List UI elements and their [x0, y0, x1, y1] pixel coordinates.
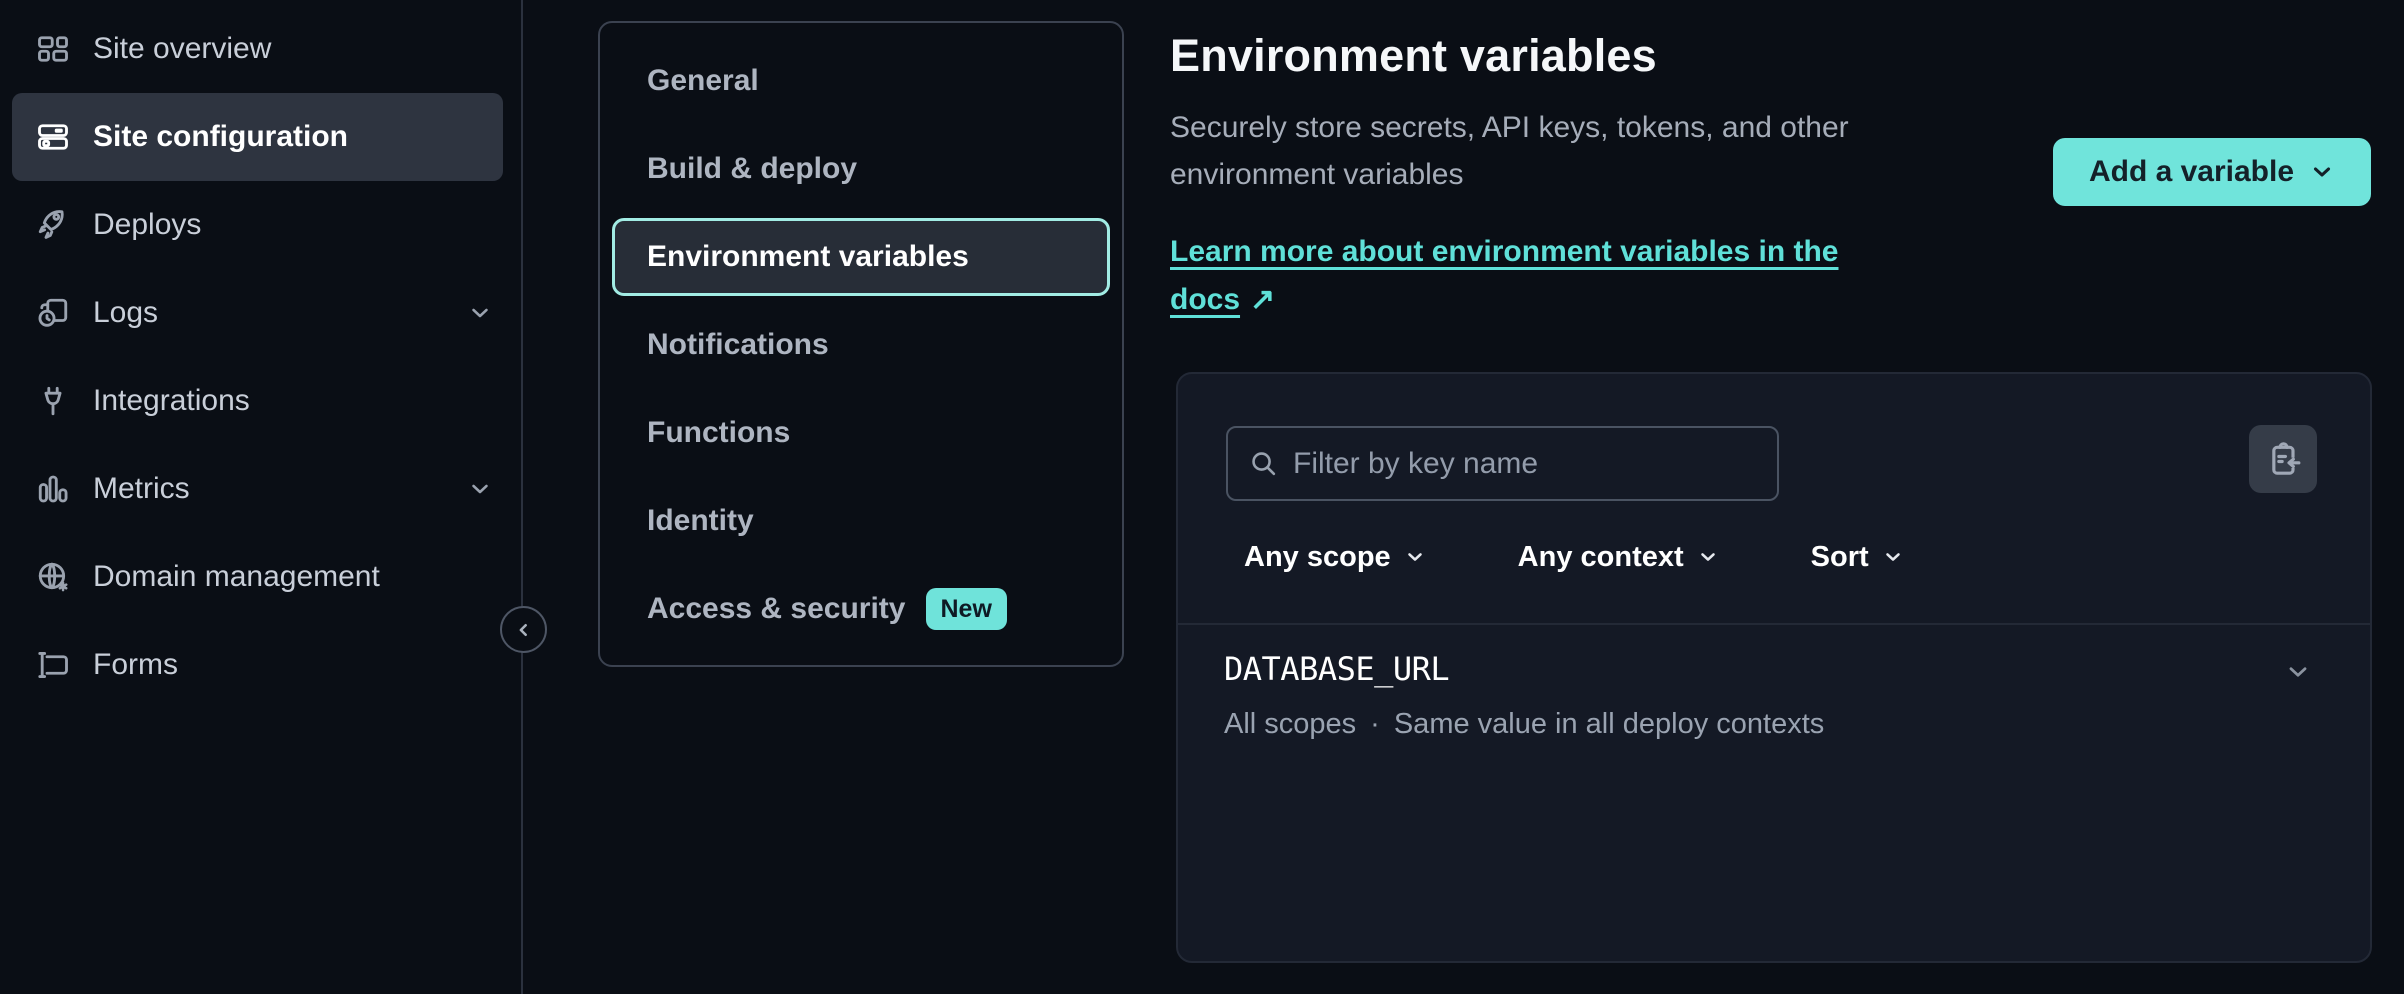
filter-input[interactable]	[1293, 447, 1759, 481]
page-description: Securely store secrets, API keys, tokens…	[1170, 104, 1950, 198]
sidebar-collapse-button[interactable]	[500, 606, 547, 653]
settings-nav-item-label: Build & deploy	[647, 152, 857, 186]
settings-nav-item-access-security[interactable]: Access & security New	[600, 565, 1122, 653]
new-badge: New	[926, 588, 1007, 630]
add-variable-label: Add a variable	[2089, 155, 2294, 189]
settings-nav-item-label: Identity	[647, 504, 754, 538]
grid-icon	[34, 30, 72, 68]
sidebar-item-label: Integrations	[93, 384, 250, 418]
settings-nav-item-general[interactable]: General	[600, 37, 1122, 125]
chevron-left-icon	[513, 619, 535, 641]
import-env-button[interactable]	[2249, 425, 2317, 493]
sidebar-item-label: Site configuration	[93, 120, 348, 154]
settings-nav-item-label: Functions	[647, 416, 790, 450]
sidebar-item-label: Domain management	[93, 560, 380, 594]
external-arrow-icon: ↗	[1250, 283, 1275, 316]
search-box	[1226, 426, 1779, 501]
chevron-down-icon	[1697, 546, 1719, 568]
separator-dot: ·	[1370, 708, 1380, 740]
sidebar-item-site-configuration[interactable]: Site configuration	[12, 93, 503, 181]
chevron-down-icon[interactable]	[467, 300, 493, 326]
sidebar-item-forms[interactable]: Forms	[0, 621, 523, 709]
filters-row: Any scope Any context Sort	[1244, 526, 1904, 588]
globe-icon	[34, 558, 72, 596]
main-header: Environment variables Securely store sec…	[1170, 30, 1970, 324]
env-var-key: DATABASE_URL	[1224, 650, 1824, 688]
chevron-down-icon	[1404, 546, 1426, 568]
filter-label: Sort	[1811, 541, 1869, 574]
logs-icon	[34, 294, 72, 332]
app-root: Site overview Site configuration	[0, 0, 2404, 994]
server-icon	[34, 118, 72, 156]
docs-link[interactable]: Learn more about environment variables i…	[1170, 228, 1950, 324]
sidebar-item-site-overview[interactable]: Site overview	[0, 5, 523, 93]
sidebar-item-domain-management[interactable]: Domain management	[0, 533, 523, 621]
env-var-row[interactable]: DATABASE_URL All scopes · Same value in al…	[1178, 625, 2370, 763]
sidebar-item-label: Site overview	[93, 32, 271, 66]
env-var-meta: All scopes · Same value in all deploy cont…	[1224, 708, 1824, 741]
settings-nav-item-environment-variables[interactable]: Environment variables	[612, 218, 1110, 296]
settings-nav-item-label: Notifications	[647, 328, 829, 362]
settings-nav-item-identity[interactable]: Identity	[600, 477, 1122, 565]
sidebar-item-label: Metrics	[93, 472, 190, 506]
env-var-scopes: All scopes	[1224, 708, 1356, 740]
sidebar-item-label: Deploys	[93, 208, 201, 242]
context-filter-dropdown[interactable]: Any context	[1518, 541, 1719, 574]
rocket-icon	[34, 206, 72, 244]
settings-nav-item-build-deploy[interactable]: Build & deploy	[600, 125, 1122, 213]
scope-filter-dropdown[interactable]: Any scope	[1244, 541, 1426, 574]
page-title: Environment variables	[1170, 30, 1970, 82]
plug-icon	[34, 382, 72, 420]
settings-nav-item-notifications[interactable]: Notifications	[600, 301, 1122, 389]
sidebar-item-metrics[interactable]: Metrics	[0, 445, 523, 533]
env-vars-panel: Any scope Any context Sort DAT	[1176, 372, 2372, 963]
sidebar-item-integrations[interactable]: Integrations	[0, 357, 523, 445]
sidebar-divider	[521, 0, 523, 994]
settings-nav-item-functions[interactable]: Functions	[600, 389, 1122, 477]
add-variable-button[interactable]: Add a variable	[2053, 138, 2371, 206]
sidebar: Site overview Site configuration	[0, 0, 523, 994]
chevron-down-icon[interactable]	[467, 476, 493, 502]
env-var-contexts: Same value in all deploy contexts	[1394, 708, 1824, 740]
sidebar-item-logs[interactable]: Logs	[0, 269, 523, 357]
settings-nav-item-label: General	[647, 64, 759, 98]
sort-dropdown[interactable]: Sort	[1811, 541, 1904, 574]
search-icon	[1248, 448, 1279, 479]
chevron-down-icon[interactable]	[2284, 658, 2312, 686]
settings-nav-item-label: Access & security	[647, 592, 906, 626]
chevron-down-icon	[2309, 159, 2335, 185]
form-icon	[34, 646, 72, 684]
sidebar-item-label: Forms	[93, 648, 178, 682]
chevron-down-icon	[1882, 546, 1904, 568]
filter-label: Any context	[1518, 541, 1684, 574]
import-env-icon	[2263, 439, 2303, 479]
settings-nav-item-label: Environment variables	[647, 240, 969, 274]
sidebar-item-deploys[interactable]: Deploys	[0, 181, 523, 269]
filter-label: Any scope	[1244, 541, 1391, 574]
sidebar-item-label: Logs	[93, 296, 158, 330]
settings-nav: General Build & deploy Environment varia…	[598, 21, 1124, 667]
env-var-info: DATABASE_URL All scopes · Same value in al…	[1224, 650, 1824, 741]
bar-chart-icon	[34, 470, 72, 508]
